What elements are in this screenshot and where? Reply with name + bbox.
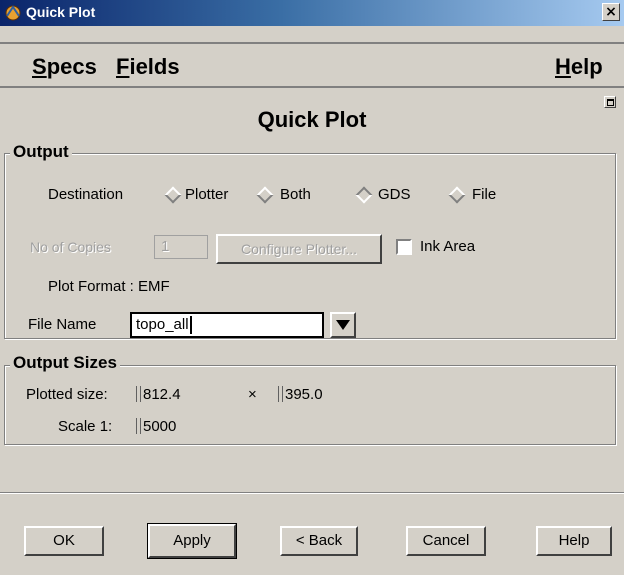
cancel-button[interactable]: Cancel — [406, 526, 486, 556]
radio-both-label: Both — [280, 186, 311, 203]
ok-button[interactable]: OK — [24, 526, 104, 556]
window-title: Quick Plot — [26, 4, 96, 20]
configure-plotter-button[interactable]: Configure Plotter... — [216, 234, 382, 264]
plotted-height-value: 395.0 — [285, 386, 323, 403]
button-separator — [0, 492, 624, 494]
radio-plotter-label: Plotter — [185, 186, 229, 203]
plot-format-label: Plot Format : EMF — [48, 278, 170, 295]
copies-field[interactable]: 1 — [154, 235, 208, 259]
close-button[interactable]: × — [602, 3, 620, 21]
copies-label: No of Copies — [30, 239, 111, 255]
menu-bar: Specs Fields Help — [0, 42, 624, 88]
ink-area-checkbox[interactable] — [396, 239, 412, 255]
menu-help-label: elp — [570, 54, 603, 79]
menu-fields-mnemonic: F — [116, 54, 130, 79]
menu-fields-label: ields — [129, 54, 180, 79]
menu-specs[interactable]: Specs — [32, 54, 97, 80]
scale-label: Scale 1: — [58, 418, 113, 435]
text-cursor — [189, 316, 192, 335]
destination-label: Destination — [48, 186, 124, 203]
plotted-width-value: 812.4 — [143, 386, 181, 403]
file-name-value: topo_all — [136, 316, 189, 333]
apply-button[interactable]: Apply — [147, 523, 237, 559]
file-name-input[interactable]: topo_all — [130, 312, 324, 338]
times-symbol: × — [248, 386, 257, 403]
title-bar: Quick Plot × — [0, 0, 624, 26]
menu-specs-label: pecs — [46, 54, 97, 79]
menu-fields[interactable]: Fields — [116, 54, 180, 80]
scale-value: 5000 — [143, 418, 177, 435]
radio-file-label: File — [472, 186, 497, 203]
file-name-label: File Name — [28, 316, 97, 333]
radio-gds-label: GDS — [378, 186, 411, 203]
file-name-dropdown[interactable] — [330, 312, 356, 338]
back-button[interactable]: < Back — [280, 526, 358, 556]
output-sizes-group-label: Output Sizes — [10, 353, 120, 373]
menu-help[interactable]: Help — [555, 54, 603, 80]
app-icon — [5, 5, 21, 21]
copies-value: 1 — [161, 238, 170, 255]
restore-button[interactable] — [604, 96, 616, 108]
menu-specs-mnemonic: S — [32, 54, 47, 79]
close-icon: × — [605, 4, 617, 20]
plotted-height: 395.0 — [278, 386, 323, 403]
help-button[interactable]: Help — [536, 526, 612, 556]
plotted-size-label: Plotted size: — [26, 386, 108, 403]
scale-value-field: 5000 — [136, 418, 176, 435]
menu-help-mnemonic: H — [555, 54, 571, 79]
page-title: Quick Plot — [257, 107, 367, 132]
ink-area-label: Ink Area — [420, 238, 476, 255]
plotted-width: 812.4 — [136, 386, 181, 403]
output-group-label: Output — [10, 142, 72, 162]
